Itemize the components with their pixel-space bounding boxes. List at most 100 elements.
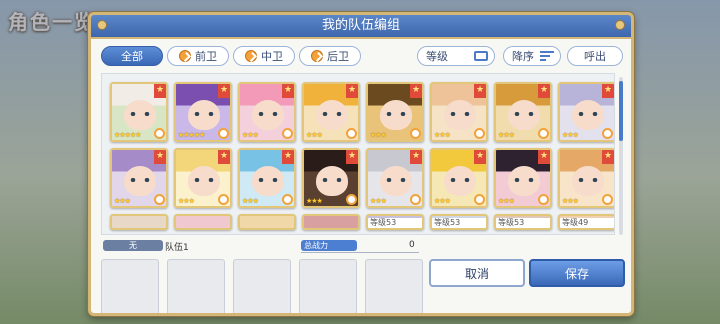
tab-label: 全部 <box>121 50 143 63</box>
sort-icon <box>540 51 554 61</box>
character-eyes <box>450 178 470 182</box>
star-rating: ★★★ <box>306 131 323 139</box>
star-rating: ★★★ <box>370 131 387 139</box>
rank-badge: ★ <box>154 84 166 98</box>
character-level: 等级53 <box>368 218 422 228</box>
total-power-value: 0 <box>409 240 415 250</box>
character-eyes <box>514 178 534 182</box>
star-rating: ★★★ <box>114 197 131 205</box>
call-out-button[interactable]: 呼出 <box>567 46 623 66</box>
team-slot-1[interactable] <box>101 259 159 313</box>
rank-badge: ★ <box>218 84 230 98</box>
character-card[interactable]: ★ ★★★★★ <box>110 82 168 142</box>
team-slot-4[interactable] <box>299 259 357 313</box>
position-icon <box>474 128 485 139</box>
character-card[interactable]: ★ ★★★ <box>110 148 168 208</box>
character-level: 等级53 <box>432 218 486 228</box>
rank-badge: ★ <box>538 84 550 98</box>
character-eyes <box>258 178 278 182</box>
character-list-scrollbar[interactable] <box>619 77 623 235</box>
rank-badge: ★ <box>218 150 230 164</box>
character-card[interactable]: ★ ★★★ <box>366 82 424 142</box>
star-rating: ★★★ <box>562 131 579 139</box>
character-card[interactable] <box>302 214 360 230</box>
character-card[interactable]: ★ ★★★ <box>494 82 552 142</box>
level-toggle-button[interactable]: 等级 <box>417 46 495 66</box>
character-eyes <box>386 112 406 116</box>
character-eyes <box>194 178 214 182</box>
team-slot-3[interactable] <box>233 259 291 313</box>
character-card[interactable]: ★ ★★★ <box>366 148 424 208</box>
position-icon <box>218 194 229 205</box>
character-card[interactable] <box>238 214 296 230</box>
position-icon <box>346 194 357 205</box>
star-rating: ★★★ <box>242 131 259 139</box>
tab-label: 前卫 <box>195 50 217 63</box>
level-label: 等级 <box>426 50 448 63</box>
position-icon <box>311 50 323 62</box>
rank-badge: ★ <box>602 150 614 164</box>
star-rating: ★★★ <box>370 197 387 205</box>
star-rating: ★★★ <box>434 197 451 205</box>
team-slot-2[interactable] <box>167 259 225 313</box>
character-card[interactable]: ★ ★★★ <box>238 82 296 142</box>
position-icon <box>282 128 293 139</box>
character-card[interactable]: 等级49 <box>558 214 614 230</box>
character-card[interactable]: ★ ★★★ <box>302 82 360 142</box>
character-card[interactable] <box>110 214 168 230</box>
character-eyes <box>514 112 534 116</box>
rank-badge: ★ <box>474 150 486 164</box>
character-level: 等级53 <box>496 218 550 228</box>
rank-badge: ★ <box>154 150 166 164</box>
character-card[interactable]: ★ ★★★ <box>174 148 232 208</box>
team-slot-label: 无 <box>103 240 163 251</box>
save-button[interactable]: 保存 <box>529 259 625 287</box>
star-rating: ★★★ <box>242 197 259 205</box>
rank-badge: ★ <box>410 150 422 164</box>
character-card[interactable]: ★ ★★★ <box>430 148 488 208</box>
character-card[interactable]: ★ ★★★ <box>558 82 614 142</box>
position-icon <box>474 194 485 205</box>
toggle-icon <box>474 51 488 61</box>
tab-3[interactable]: 后卫 <box>299 46 361 66</box>
character-card[interactable]: ★ ★★★ <box>558 148 614 208</box>
rank-badge: ★ <box>346 150 358 164</box>
total-power-label: 总战力 <box>301 240 357 251</box>
character-eyes <box>130 178 150 182</box>
sort-label: 降序 <box>512 50 534 63</box>
character-card[interactable]: ★ ★★★ <box>430 82 488 142</box>
position-icon <box>538 194 549 205</box>
rank-badge: ★ <box>346 84 358 98</box>
sort-order-button[interactable]: 降序 <box>503 46 561 66</box>
character-card[interactable]: 等级53 <box>430 214 488 230</box>
rank-badge: ★ <box>410 84 422 98</box>
position-icon <box>538 128 549 139</box>
power-divider <box>301 252 419 253</box>
tab-2[interactable]: 中卫 <box>233 46 295 66</box>
header-ornament-icon <box>615 20 625 30</box>
character-card[interactable]: ★ ★★★ <box>238 148 296 208</box>
dialog-header: 我的队伍编组 <box>91 15 631 39</box>
scrollbar-thumb[interactable] <box>619 81 623 141</box>
character-eyes <box>578 112 598 116</box>
position-filter-tabs: 全部 前卫 中卫 后卫 <box>101 46 361 68</box>
character-card[interactable]: ★ ★★★★★ <box>174 82 232 142</box>
star-rating: ★★★ <box>498 131 515 139</box>
character-card[interactable]: ★ ★★★ <box>494 148 552 208</box>
star-rating: ★★★ <box>562 197 579 205</box>
character-eyes <box>322 112 342 116</box>
position-icon <box>602 194 613 205</box>
rank-badge: ★ <box>538 150 550 164</box>
tab-0[interactable]: 全部 <box>101 46 163 66</box>
character-card[interactable] <box>174 214 232 230</box>
character-card[interactable]: ★ ★★★ <box>302 148 360 208</box>
team-name[interactable]: 队伍1 <box>165 240 189 253</box>
position-icon <box>154 194 165 205</box>
star-rating: ★★★ <box>178 197 195 205</box>
tab-1[interactable]: 前卫 <box>167 46 229 66</box>
character-card[interactable]: 等级53 <box>494 214 552 230</box>
rank-badge: ★ <box>474 84 486 98</box>
character-card[interactable]: 等级53 <box>366 214 424 230</box>
cancel-button[interactable]: 取消 <box>429 259 525 287</box>
team-slot-5[interactable] <box>365 259 423 313</box>
